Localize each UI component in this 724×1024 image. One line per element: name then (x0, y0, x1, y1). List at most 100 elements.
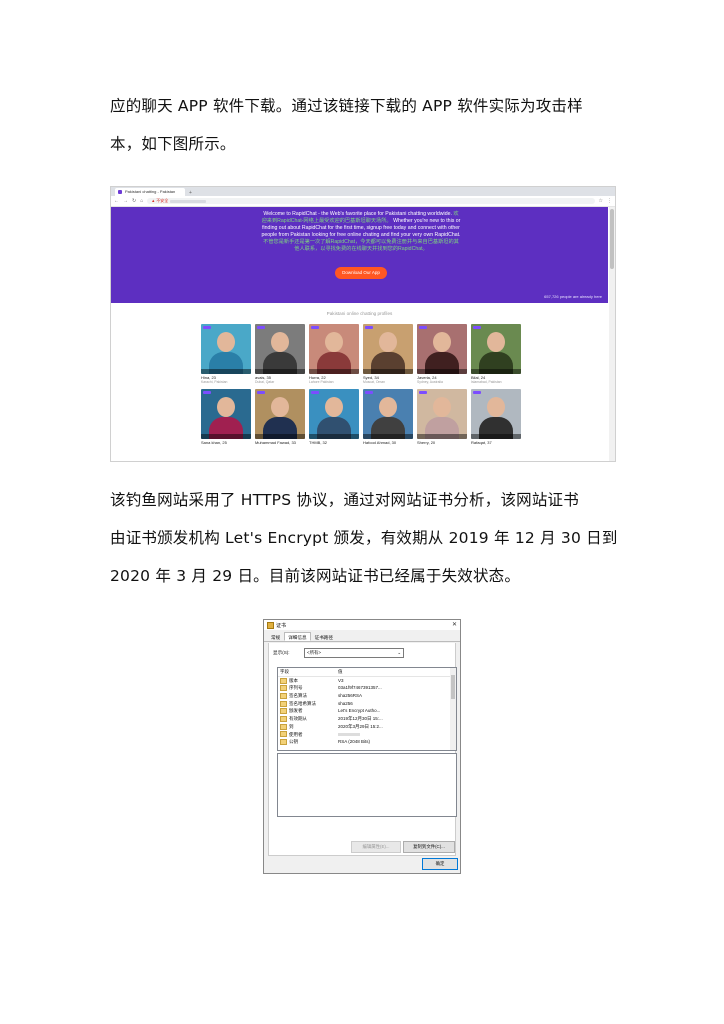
field-value: sha256 (338, 700, 353, 706)
close-icon[interactable]: ✕ (452, 621, 457, 628)
field-name-cell: 使用者 (278, 731, 338, 739)
chevron-down-icon: ⌄ (397, 650, 401, 655)
field-name-cell: 版本 (278, 677, 338, 685)
field-value: 2019年12月30日 15:... (338, 716, 383, 722)
dialog-titlebar: 证书 ✕ (264, 620, 460, 630)
address-bar[interactable]: ▲ 不安全 (147, 198, 595, 204)
profile-photo[interactable] (201, 389, 251, 439)
profile-photo[interactable] (255, 324, 305, 374)
tab-details[interactable]: 详细信息 (284, 632, 311, 641)
profile-card[interactable]: Sherry, 20 (417, 389, 467, 445)
profile-photo-head (379, 332, 397, 352)
profile-card[interactable]: avais, 35 Dubai, Qatar (255, 324, 305, 384)
ok-button[interactable]: 确定 (422, 858, 458, 870)
paragraph-2-line-3: 2020 年 3 月 29 日。目前该网站证书已经属于失效状态。 (110, 567, 521, 585)
fields-list[interactable]: 字段 值 版本 V3 序列号 03a1f9f7467391357... 签名算法 sha2… (277, 667, 457, 751)
field-name-cell: 签名哈希算法 (278, 700, 338, 708)
tab-cert-path[interactable]: 证书路径 (311, 632, 337, 641)
dialog-tabs: 常规 详细信息 证书路径 (264, 632, 460, 642)
hero-text: Welcome to RapidChat - the Web's favorit… (261, 211, 461, 253)
profile-name: Hafood Ahmad, 30 (363, 440, 397, 445)
profile-photo[interactable] (255, 389, 305, 439)
browser-tab[interactable]: Pakistani chatting - Pakistan (115, 188, 185, 196)
field-row[interactable]: 版本 V3 (278, 677, 456, 685)
field-row[interactable]: 签名哈希算法 sha256 (278, 700, 456, 708)
field-row[interactable]: 签名算法 sha256RSA (278, 692, 456, 700)
copy-to-file-button[interactable]: 复制到文件(C)... (403, 841, 455, 853)
profile-photo[interactable] (309, 324, 359, 374)
field-row[interactable]: 使用者 (278, 731, 456, 739)
back-icon[interactable]: ← (114, 198, 119, 204)
profile-card[interactable]: Hafood Ahmad, 30 (363, 389, 413, 445)
field-row[interactable]: 序列号 03a1f9f7467391357... (278, 684, 456, 692)
menu-icon[interactable]: ⋮ (607, 198, 612, 204)
photo-caption-bar (255, 369, 305, 374)
column-value[interactable]: 值 (338, 668, 456, 676)
profile-photo[interactable] (363, 389, 413, 439)
field-row[interactable]: 到 2020年3月29日 15:2... (278, 723, 456, 731)
profile-photo-head (379, 397, 397, 417)
profile-card[interactable]: Hina, 23 Karachi, Pakistan (201, 324, 251, 384)
browser-tab-title: Pakistani chatting - Pakistan (125, 189, 176, 194)
profile-photo[interactable] (309, 389, 359, 439)
profile-location: Muscat, Oman (363, 380, 386, 384)
profile-photo[interactable] (363, 324, 413, 374)
online-badge (365, 391, 373, 394)
profile-location: Sydney, Australia (417, 380, 443, 384)
page-scrollbar-thumb[interactable] (610, 209, 614, 269)
download-app-button[interactable]: Download Our App (335, 267, 387, 279)
online-badge (311, 391, 319, 394)
profile-card[interactable]: Syed, 34 Muscat, Oman (363, 324, 413, 384)
profile-card[interactable]: Hurra, 22 Lahore Pakistan (309, 324, 359, 384)
profile-photo-head (217, 397, 235, 417)
profile-card[interactable]: Rafaqat, 37 (471, 389, 521, 445)
field-row[interactable]: 公钥 RSA (2048 Bits) (278, 738, 456, 746)
profile-photo-head (271, 397, 289, 417)
field-row[interactable]: 颁发者 Let's Encrypt Autho... (278, 707, 456, 715)
field-icon (280, 692, 287, 699)
profile-photo-head (217, 332, 235, 352)
photo-caption-bar (201, 434, 251, 439)
profile-photo[interactable] (471, 389, 521, 439)
field-name: 到 (289, 723, 294, 729)
profile-photo[interactable] (417, 324, 467, 374)
home-icon[interactable]: ⌂ (140, 198, 143, 204)
field-name: 签名算法 (289, 693, 307, 699)
profile-card[interactable]: Muhammad Fawad, 33 (255, 389, 305, 445)
field-name: 公钥 (289, 739, 298, 745)
profile-photo[interactable] (471, 324, 521, 374)
hero-banner: Welcome to RapidChat - the Web's favorit… (111, 207, 608, 303)
profile-photo-head (487, 397, 505, 417)
details-panel: 显示(S): <所有> ⌄ 字段 值 版本 V3 序列号 03a1f9f7467391… (268, 643, 457, 856)
field-name: 签名哈希算法 (289, 700, 316, 706)
field-name-cell: 签名算法 (278, 692, 338, 700)
profile-name: Rafaqat, 37 (471, 440, 492, 445)
new-tab-icon[interactable]: + (189, 190, 192, 196)
field-name: 有效期从 (289, 716, 307, 722)
field-value: V3 (338, 677, 344, 683)
field-detail-box[interactable] (277, 753, 457, 817)
profile-card[interactable]: Javeria, 24 Sydney, Australia (417, 324, 467, 384)
profile-photo[interactable] (417, 389, 467, 439)
tab-general[interactable]: 常规 (267, 632, 284, 641)
profile-photo[interactable] (201, 324, 251, 374)
reload-icon[interactable]: ↻ (132, 198, 136, 204)
field-icon (280, 739, 287, 746)
browser-screenshot: Pakistani chatting - Pakistan + ← → ↻ ⌂ … (110, 186, 616, 462)
online-badge (419, 326, 427, 329)
profile-location: Lahore Pakistan (309, 380, 334, 384)
edit-properties-button[interactable]: 编辑属性(E)... (351, 841, 401, 853)
field-icon (280, 723, 287, 730)
field-row[interactable]: 有效期从 2019年12月30日 15:... (278, 715, 456, 723)
column-field[interactable]: 字段 (278, 668, 338, 676)
profile-card[interactable]: Sana khan, 25 (201, 389, 251, 445)
list-scrollbar-thumb[interactable] (451, 675, 455, 699)
star-icon[interactable]: ☆ (599, 198, 603, 204)
profile-card[interactable]: THMB, 32 (309, 389, 359, 445)
show-dropdown[interactable]: <所有> ⌄ (304, 648, 404, 658)
profile-card[interactable]: Bilal, 24 Islamabad, Pakistan (471, 324, 521, 384)
online-badge (473, 391, 481, 394)
field-name-cell: 序列号 (278, 684, 338, 692)
photo-caption-bar (363, 369, 413, 374)
forward-icon[interactable]: → (123, 198, 128, 204)
